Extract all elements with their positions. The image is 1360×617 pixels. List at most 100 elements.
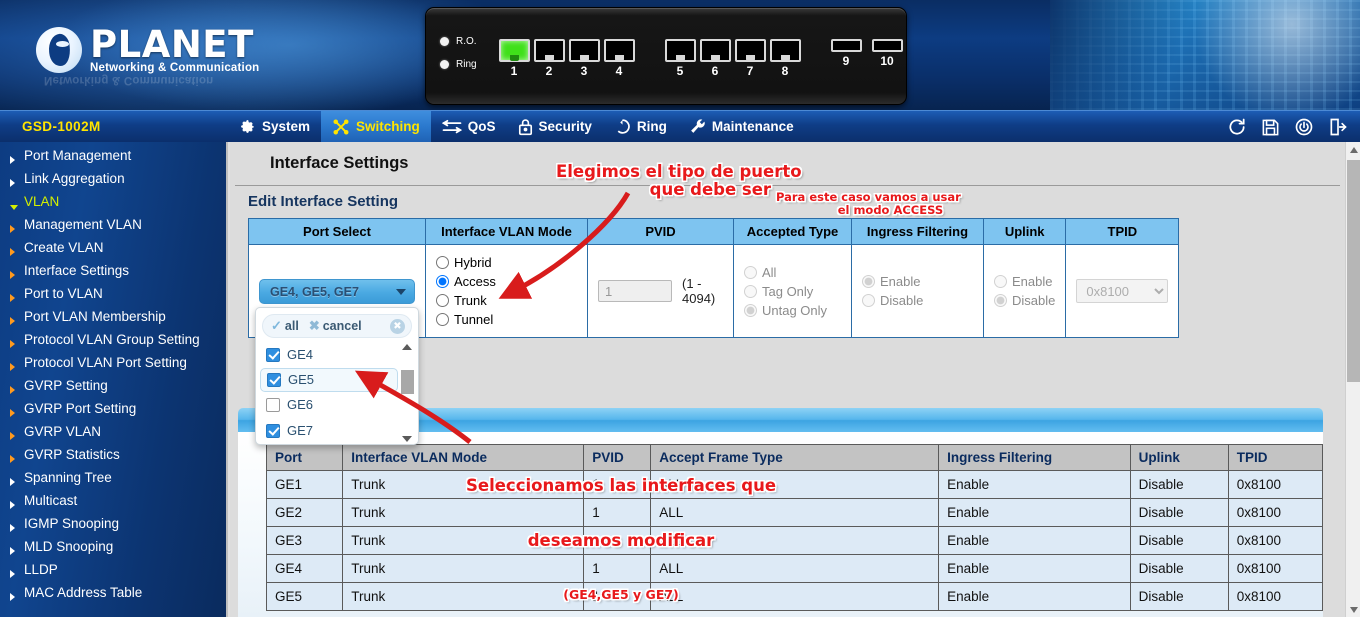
nav-item-security[interactable]: Security bbox=[507, 111, 603, 143]
sidebar-item-label: GVRP Setting bbox=[22, 377, 108, 394]
sidebar-item-spanning-tree[interactable]: Spanning Tree bbox=[0, 468, 226, 491]
page-scroll-thumb[interactable] bbox=[1347, 160, 1360, 382]
port-select-value[interactable]: GE4, GE5, GE7 bbox=[259, 279, 415, 304]
power-icon[interactable] bbox=[1294, 117, 1314, 137]
cell-up: Disable bbox=[1130, 583, 1228, 611]
sidebar-item-gvrp-port-setting[interactable]: GVRP Port Setting bbox=[0, 399, 226, 422]
sidebar-item-interface-settings[interactable]: Interface Settings bbox=[0, 261, 226, 284]
sidebar-item-gvrp-setting[interactable]: GVRP Setting bbox=[0, 376, 226, 399]
accepted-type-radio[interactable] bbox=[744, 285, 757, 298]
nav-item-ring[interactable]: Ring bbox=[603, 111, 678, 143]
sfp-port-9: 9 bbox=[830, 39, 862, 68]
sidebar-item-protocol-vlan-group-setting[interactable]: Protocol VLAN Group Setting bbox=[0, 330, 226, 353]
sidebar-item-vlan[interactable]: VLAN bbox=[0, 192, 226, 215]
clear-icon[interactable]: ✖ bbox=[390, 319, 405, 334]
sidebar-item-management-vlan[interactable]: Management VLAN bbox=[0, 215, 226, 238]
accepted-type-option-all[interactable]: All bbox=[744, 263, 841, 282]
sidebar-item-port-to-vlan[interactable]: Port to VLAN bbox=[0, 284, 226, 307]
sidebar-item-multicast[interactable]: Multicast bbox=[0, 491, 226, 514]
port-select-cell: GE4, GE5, GE7 ✓ all ✖ bbox=[249, 245, 426, 338]
accepted-type-option-tag-only[interactable]: Tag Only bbox=[744, 282, 841, 301]
vlan-mode-option-access[interactable]: Access bbox=[436, 272, 577, 291]
nav-item-switching[interactable]: Switching bbox=[321, 111, 431, 143]
brand-tagline-reflection: Networking & Communication bbox=[44, 74, 213, 86]
pvid-input[interactable] bbox=[598, 280, 672, 302]
checkbox-icon[interactable] bbox=[267, 373, 281, 387]
uplink-option-disable[interactable]: Disable bbox=[994, 291, 1055, 310]
cell-port: GE4 bbox=[267, 555, 343, 583]
accepted-type-radio[interactable] bbox=[744, 266, 757, 279]
sidebar-item-port-vlan-membership[interactable]: Port VLAN Membership bbox=[0, 307, 226, 330]
ring-icon bbox=[614, 118, 631, 135]
refresh-icon[interactable] bbox=[1227, 117, 1247, 137]
sidebar-item-link-aggregation[interactable]: Link Aggregation bbox=[0, 169, 226, 192]
vlan-mode-radio[interactable] bbox=[436, 256, 449, 269]
ingress-filtering-option-disable[interactable]: Disable bbox=[862, 291, 973, 310]
sidebar-item-create-vlan[interactable]: Create VLAN bbox=[0, 238, 226, 261]
vlan-mode-option-trunk[interactable]: Trunk bbox=[436, 291, 577, 310]
page-scrollbar[interactable] bbox=[1345, 142, 1360, 617]
nav-item-qos[interactable]: QoS bbox=[431, 111, 507, 143]
brand-name: PLANET bbox=[90, 26, 259, 64]
port-option-ge7[interactable]: GE7 bbox=[256, 418, 418, 444]
select-all-button[interactable]: ✓ all bbox=[271, 318, 299, 334]
checkbox-icon[interactable] bbox=[266, 398, 280, 412]
chevron-down-icon[interactable] bbox=[396, 289, 406, 295]
port-select-option-list[interactable]: GE4 GE5GE6GE7 bbox=[256, 342, 418, 444]
port-select-multiselect[interactable]: GE4, GE5, GE7 ✓ all ✖ bbox=[259, 279, 415, 304]
dropdown-scrollbar[interactable] bbox=[401, 344, 414, 442]
cancel-selection-button[interactable]: ✖ cancel bbox=[309, 318, 362, 334]
checkbox-icon[interactable] bbox=[266, 348, 280, 362]
sidebar-item-label: Link Aggregation bbox=[22, 170, 125, 187]
page-scroll-up[interactable] bbox=[1346, 142, 1360, 157]
uplink-option-enable[interactable]: Enable bbox=[994, 272, 1055, 291]
vlan-mode-radio[interactable] bbox=[436, 294, 449, 307]
vlan-mode-option-hybrid[interactable]: Hybrid bbox=[436, 253, 577, 272]
edit-interface-form: Port Select Interface VLAN Mode PVID Acc… bbox=[248, 218, 1179, 338]
nav-item-label: Security bbox=[539, 119, 592, 134]
port-option-ge6[interactable]: GE6 bbox=[256, 392, 418, 418]
ingress-filtering-radio[interactable] bbox=[862, 275, 875, 288]
ingress-filtering-cell: EnableDisable bbox=[852, 245, 984, 338]
port-option-label: GE4 bbox=[287, 347, 313, 362]
nav-item-maintenance[interactable]: Maintenance bbox=[678, 111, 805, 143]
ingress-filtering-radio-group[interactable]: EnableDisable bbox=[862, 272, 973, 310]
uplink-option-label: Enable bbox=[1012, 274, 1052, 289]
port-option-ge4[interactable]: GE4 bbox=[256, 342, 418, 368]
interface-settings-table: Port Interface VLAN Mode PVID Accept Fra… bbox=[266, 444, 1323, 611]
page-scroll-down[interactable] bbox=[1346, 602, 1360, 617]
main-navbar: GSD-1002M SystemSwitchingQoSSecurityRing… bbox=[0, 110, 1360, 142]
cell-tpid: 0x8100 bbox=[1228, 527, 1322, 555]
accepted-type-option-untag-only[interactable]: Untag Only bbox=[744, 301, 841, 320]
uplink-radio-group[interactable]: Enable Disable bbox=[994, 272, 1055, 310]
sidebar-item-mld-snooping[interactable]: MLD Snooping bbox=[0, 537, 226, 560]
sidebar-item-protocol-vlan-port-setting[interactable]: Protocol VLAN Port Setting bbox=[0, 353, 226, 376]
sidebar-item-port-management[interactable]: Port Management bbox=[0, 146, 226, 169]
logout-icon[interactable] bbox=[1328, 117, 1348, 137]
scroll-up-icon[interactable] bbox=[402, 344, 412, 350]
save-icon[interactable] bbox=[1261, 118, 1280, 137]
accepted-type-radio-group[interactable]: AllTag OnlyUntag Only bbox=[744, 263, 841, 320]
cell-port: GE5 bbox=[267, 583, 343, 611]
port-option-ge5[interactable]: GE5 bbox=[260, 368, 398, 392]
sidebar-item-igmp-snooping[interactable]: IGMP Snooping bbox=[0, 514, 226, 537]
sidebar-item-gvrp-statistics[interactable]: GVRP Statistics bbox=[0, 445, 226, 468]
scroll-down-icon[interactable] bbox=[402, 436, 412, 442]
ingress-filtering-radio[interactable] bbox=[862, 294, 875, 307]
uplink-radio[interactable] bbox=[994, 275, 1007, 288]
accepted-type-radio[interactable] bbox=[744, 304, 757, 317]
uplink-radio[interactable] bbox=[994, 294, 1007, 307]
scroll-thumb[interactable] bbox=[401, 370, 414, 394]
nav-item-system[interactable]: System bbox=[228, 111, 321, 143]
ingress-filtering-option-enable[interactable]: Enable bbox=[862, 272, 973, 291]
sidebar-item-lldp[interactable]: LLDP bbox=[0, 560, 226, 583]
port-select-dropdown-panel: ✓ all ✖ cancel ✖ bbox=[255, 307, 419, 445]
vlan-mode-radio-group[interactable]: HybridAccessTrunkTunnel bbox=[436, 253, 577, 329]
sidebar-item-gvrp-vlan[interactable]: GVRP VLAN bbox=[0, 422, 226, 445]
vlan-mode-radio[interactable] bbox=[436, 275, 449, 288]
tpid-select[interactable]: 0x8100 bbox=[1076, 279, 1168, 303]
vlan-mode-option-tunnel[interactable]: Tunnel bbox=[436, 310, 577, 329]
sidebar-item-mac-address-table[interactable]: MAC Address Table bbox=[0, 583, 226, 606]
checkbox-icon[interactable] bbox=[266, 424, 280, 438]
vlan-mode-radio[interactable] bbox=[436, 313, 449, 326]
